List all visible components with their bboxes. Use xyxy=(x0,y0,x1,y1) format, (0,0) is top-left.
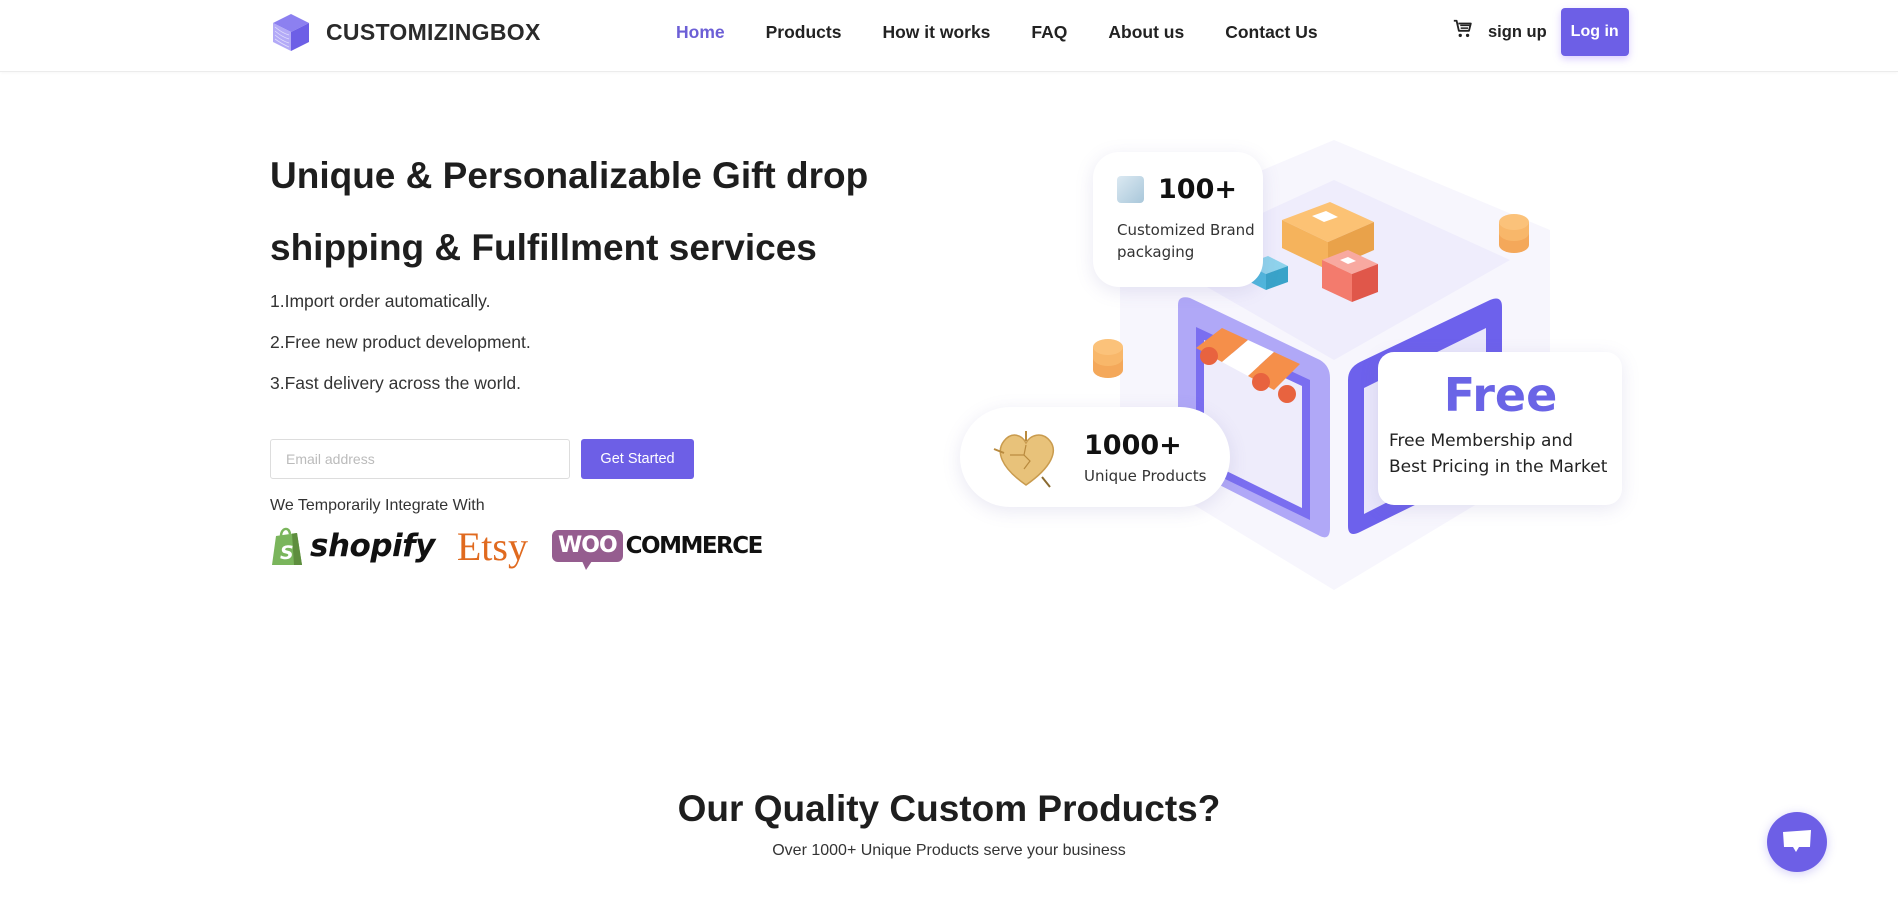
box-icon xyxy=(1117,176,1144,203)
svg-text:S: S xyxy=(280,542,294,564)
brand-count: 100+ xyxy=(1158,174,1237,205)
cube-logo-icon xyxy=(273,14,309,51)
etsy-logo: Etsy xyxy=(456,523,528,569)
brand-packaging-card: 100+ Customized Brand packaging xyxy=(1093,152,1263,287)
hero-title: Unique & Personalizable Gift drop shippi… xyxy=(270,140,910,284)
nav-faq[interactable]: FAQ xyxy=(1031,22,1067,43)
feature-item: 3.Fast delivery across the world. xyxy=(270,373,521,393)
email-signup-form: Get Started xyxy=(270,439,694,479)
nav-how-it-works[interactable]: How it works xyxy=(882,22,990,43)
cart-icon[interactable] xyxy=(1452,18,1474,40)
hero-title-line-1: Unique & Personalizable Gift drop xyxy=(270,155,869,196)
nav-contact-us[interactable]: Contact Us xyxy=(1225,22,1317,43)
logo[interactable]: CUSTOMIZINGBOX xyxy=(270,12,541,52)
feature-item: 2.Free new product development. xyxy=(270,332,531,352)
email-input[interactable] xyxy=(270,439,570,479)
coin-stack-left xyxy=(1093,339,1123,378)
shopify-logo: S shopify xyxy=(270,525,435,567)
products-count: 1000+ xyxy=(1084,429,1182,461)
woo-wordmark: COMMERCE xyxy=(625,533,764,559)
get-started-button[interactable]: Get Started xyxy=(581,439,694,479)
brand-desc-line-1: Customized Brand xyxy=(1117,221,1255,239)
heart-pendant-icon xyxy=(993,431,1055,488)
feature-list: 1.Import order automatically. 2.Free new… xyxy=(270,290,531,413)
woo-bubble: WOO xyxy=(551,530,623,570)
partner-logos: S shopify Etsy WOO COMMERCE xyxy=(270,523,764,570)
sign-up-link[interactable]: sign up xyxy=(1488,23,1547,42)
shopify-wordmark: shopify xyxy=(310,528,435,564)
hero-title-line-2: shipping & Fulfillment services xyxy=(270,227,817,268)
free-membership-card: Free Free Membership and Best Pricing in… xyxy=(1378,352,1622,505)
brand-name: CUSTOMIZINGBOX xyxy=(326,18,541,45)
feature-item: 1.Import order automatically. xyxy=(270,291,491,311)
integrate-label: We Temporarily Integrate With xyxy=(270,497,485,514)
log-in-button[interactable]: Log in xyxy=(1560,8,1629,56)
nav-about-us[interactable]: About us xyxy=(1108,22,1184,43)
free-desc-line-2: Best Pricing in the Market xyxy=(1389,457,1608,477)
section-subtitle: Over 1000+ Unique Products serve your bu… xyxy=(772,842,1126,859)
header-actions: sign up Log in xyxy=(1452,8,1629,56)
nav-home[interactable]: Home xyxy=(676,22,725,43)
hero-illustration: 100+ Customized Brand packaging 1000+ Un… xyxy=(950,130,1650,600)
woocommerce-logo: WOO COMMERCE xyxy=(551,530,764,570)
site-header: CUSTOMIZINGBOX Home Products How it work… xyxy=(0,0,1898,72)
nav-products[interactable]: Products xyxy=(766,22,842,43)
free-headline: Free xyxy=(1443,368,1558,422)
main-nav: Home Products How it works FAQ About us … xyxy=(676,20,1359,44)
free-desc-line-1: Free Membership and xyxy=(1389,431,1573,451)
coin-stack-right xyxy=(1499,214,1529,253)
products-desc: Unique Products xyxy=(1084,466,1207,485)
brand-desc-line-2: packaging xyxy=(1117,243,1195,261)
chat-button[interactable] xyxy=(1767,812,1827,872)
chat-bubble-icon xyxy=(1783,830,1811,852)
section-title: Our Quality Custom Products? xyxy=(677,788,1221,829)
unique-products-card: 1000+ Unique Products xyxy=(960,407,1230,507)
shopify-bag-icon: S xyxy=(272,527,302,565)
